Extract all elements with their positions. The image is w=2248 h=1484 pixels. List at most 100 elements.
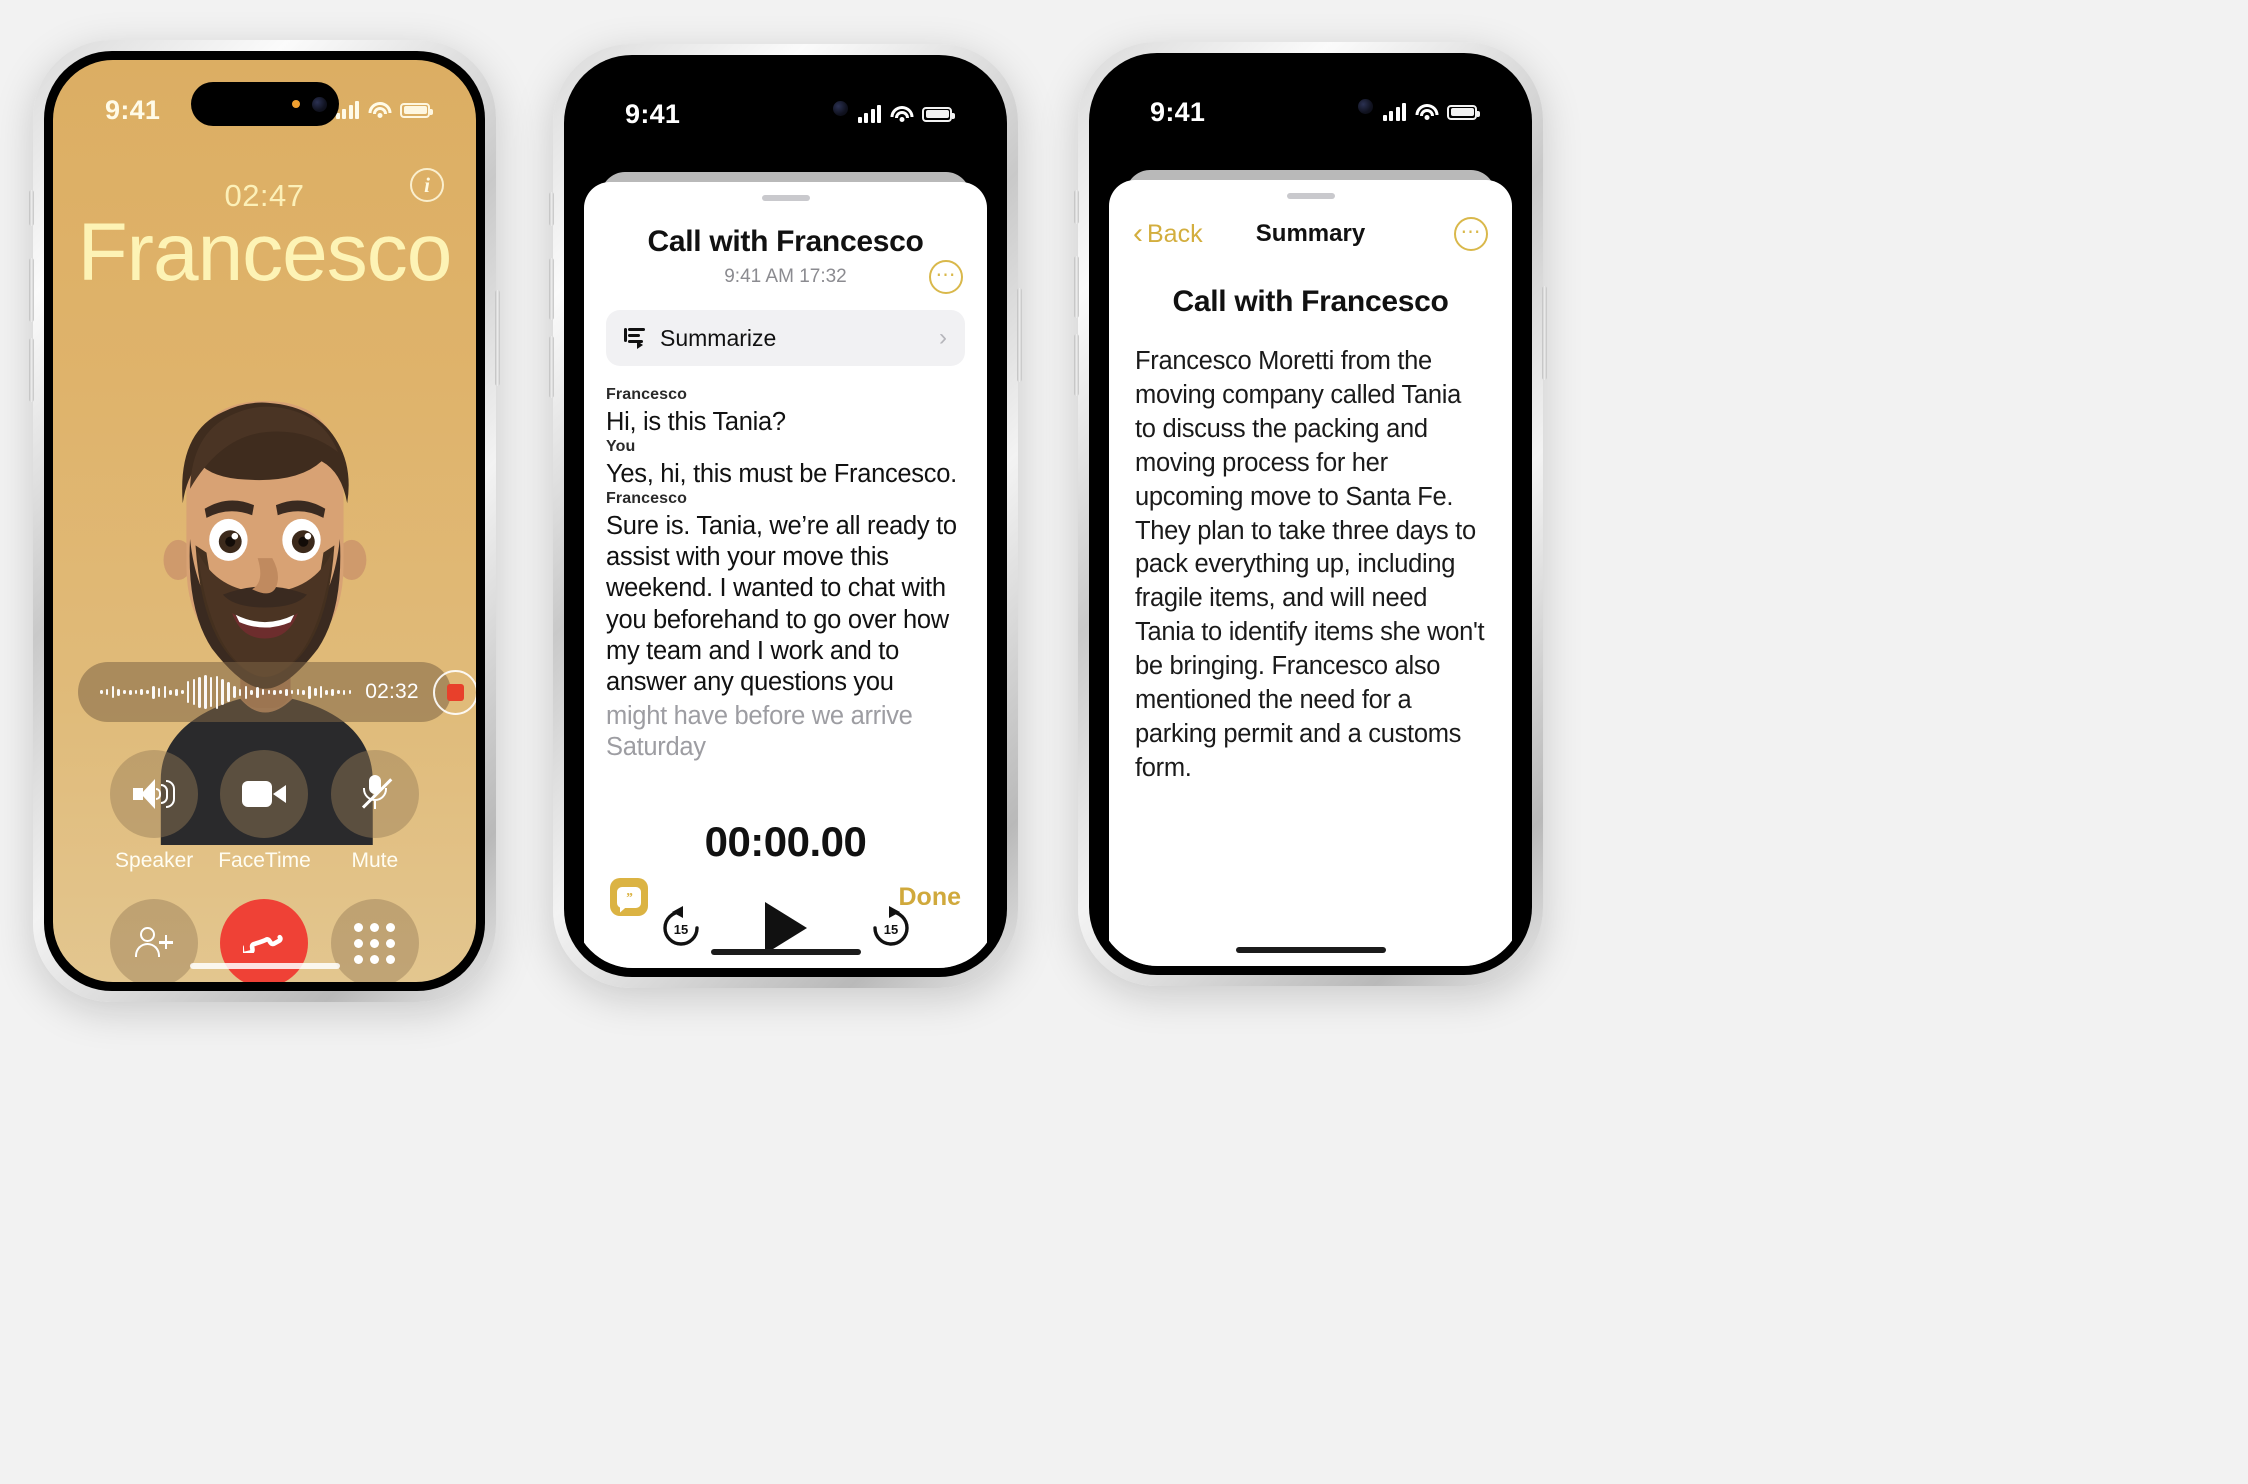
home-indicator[interactable] [189,963,340,969]
volume-down-button[interactable] [549,336,554,398]
wifi-icon [1415,103,1438,121]
add-call-control[interactable]: Add [99,899,209,982]
status-time: 9:41 [1150,96,1206,127]
summary-sheet: ‹ Back Summary ⋯ Call with Francesco Fra… [1109,180,1512,966]
call-controls-grid: Speaker FaceTime Mute [53,750,476,982]
front-camera-icon [311,96,327,112]
speaker-label: Speaker [115,849,194,872]
summarize-icon [624,328,646,349]
volume-down-button[interactable] [1074,334,1079,396]
navigation-bar: ‹ Back Summary ⋯ [1109,199,1512,251]
done-button[interactable]: Done [899,883,962,912]
speaker-control[interactable]: Speaker [99,750,209,873]
end-call-button[interactable] [220,899,309,982]
cellular-signal-icon [857,105,881,123]
phone-1-bezel: 9:41 i 02:47 Francesco 02:32 Speaker Fac… [44,51,485,991]
back-button[interactable]: ‹ Back [1133,219,1203,249]
phone-2-bezel: 9:41 Call with Francesco 9:41 AM 17:32 ⋯… [564,55,1007,977]
volume-up-button[interactable] [549,258,554,320]
speaker-button[interactable] [110,750,199,838]
mute-switch[interactable] [1074,190,1079,224]
status-icons [857,105,955,123]
player-elapsed-time: 00:00.00 [704,818,867,865]
quote-mark: ” [625,890,633,906]
summarize-button[interactable]: Summarize › [606,310,965,366]
screenshot-stage: 9:41 i 02:47 Francesco 02:32 Speaker Fac… [0,0,2248,1484]
call-transcript-sheet: Call with Francesco 9:41 AM 17:32 ⋯ Summ… [584,182,987,968]
call-recording-pill[interactable]: 02:32 [78,662,476,722]
stop-recording-button[interactable] [432,669,476,715]
home-indicator[interactable] [710,949,861,955]
add-call-button[interactable] [110,899,199,982]
cellular-signal-icon [335,101,359,119]
summary-screen: 9:41 ‹ Back Summary ⋯ Call with Francesc… [1098,62,1523,966]
call-info-button[interactable]: i [410,168,444,202]
mute-switch[interactable] [29,190,34,226]
phone-3-bezel: 9:41 ‹ Back Summary ⋯ Call with Francesc… [1089,53,1532,975]
end-call-icon [239,933,285,957]
transcript-entry: Francesco Hi, is this Tania? [606,386,965,438]
volume-up-button[interactable] [29,258,34,322]
more-options-button[interactable]: ⋯ [929,260,963,294]
transcript-entry: Francesco Sure is. Tania, we’re all read… [606,490,965,763]
phone-3-device: 9:41 ‹ Back Summary ⋯ Call with Francesc… [1074,42,1547,986]
facetime-control[interactable]: FaceTime [209,750,319,873]
add-person-icon [135,927,174,959]
status-icons [335,101,433,119]
recording-indicator-dot [291,100,300,108]
front-camera-icon [832,100,848,116]
more-options-button[interactable]: ⋯ [1454,217,1488,251]
speech-bubble-icon: ” [617,886,641,908]
status-time: 9:41 [105,94,161,125]
keypad-control[interactable]: Keypad [320,899,430,982]
call-screen: 9:41 i 02:47 Francesco 02:32 Speaker Fac… [53,60,476,982]
power-button[interactable] [495,290,500,386]
wifi-icon [890,105,913,123]
back-label: Back [1147,219,1203,248]
video-camera-icon [242,781,287,807]
chevron-right-icon: › [939,324,947,351]
volume-down-button[interactable] [29,338,34,402]
power-button[interactable] [1542,286,1547,380]
home-indicator[interactable] [1235,947,1386,953]
mute-switch[interactable] [549,192,554,226]
dynamic-island [190,82,339,126]
svg-text:15: 15 [673,922,687,937]
summary-heading: Call with Francesco [1172,285,1449,318]
mute-button[interactable] [330,750,419,838]
cellular-signal-icon [1382,103,1406,121]
sheet-footer: ” Done [584,878,987,916]
transcript-screen: 9:41 Call with Francesco 9:41 AM 17:32 ⋯… [573,64,998,968]
battery-icon [922,106,955,122]
facetime-label: FaceTime [218,849,311,872]
transcript-entry: You Yes, hi, this must be Francesco. [606,438,965,490]
transcript-list[interactable]: Francesco Hi, is this Tania? You Yes, hi… [584,366,987,763]
dynamic-island [711,86,860,130]
caller-name: Francesco [77,207,453,298]
recording-elapsed: 02:32 [365,680,419,703]
transcript-speaker: Francesco [606,490,687,508]
mute-control[interactable]: Mute [320,750,430,873]
transcript-text-upcoming: might have before we arrive Saturday [606,701,913,761]
microphone-muted-icon [360,775,392,813]
live-transcript-button[interactable]: ” [610,878,648,916]
summarize-label: Summarize [660,324,777,351]
sheet-title: Call with Francesco [647,225,924,258]
mute-label: Mute [351,849,399,872]
phone-2-device: 9:41 Call with Francesco 9:41 AM 17:32 ⋯… [549,44,1022,988]
keypad-button[interactable] [330,899,419,982]
transcript-text: Sure is. Tania, we’re all ready to assis… [606,512,957,696]
summary-body-text: Francesco Moretti from the moving compan… [1135,347,1485,782]
audio-waveform [100,675,352,709]
battery-icon [1447,104,1480,120]
sheet-grabber[interactable] [761,195,810,201]
dynamic-island [1236,84,1385,128]
transcript-text: Hi, is this Tania? [606,408,786,436]
end-call-control[interactable]: End [209,899,319,982]
volume-up-button[interactable] [1074,256,1079,318]
sheet-subtitle: 9:41 AM 17:32 [724,266,847,287]
power-button[interactable] [1017,288,1022,382]
facetime-button[interactable] [220,750,309,838]
status-icons [1382,103,1480,121]
speaker-icon [133,779,176,809]
